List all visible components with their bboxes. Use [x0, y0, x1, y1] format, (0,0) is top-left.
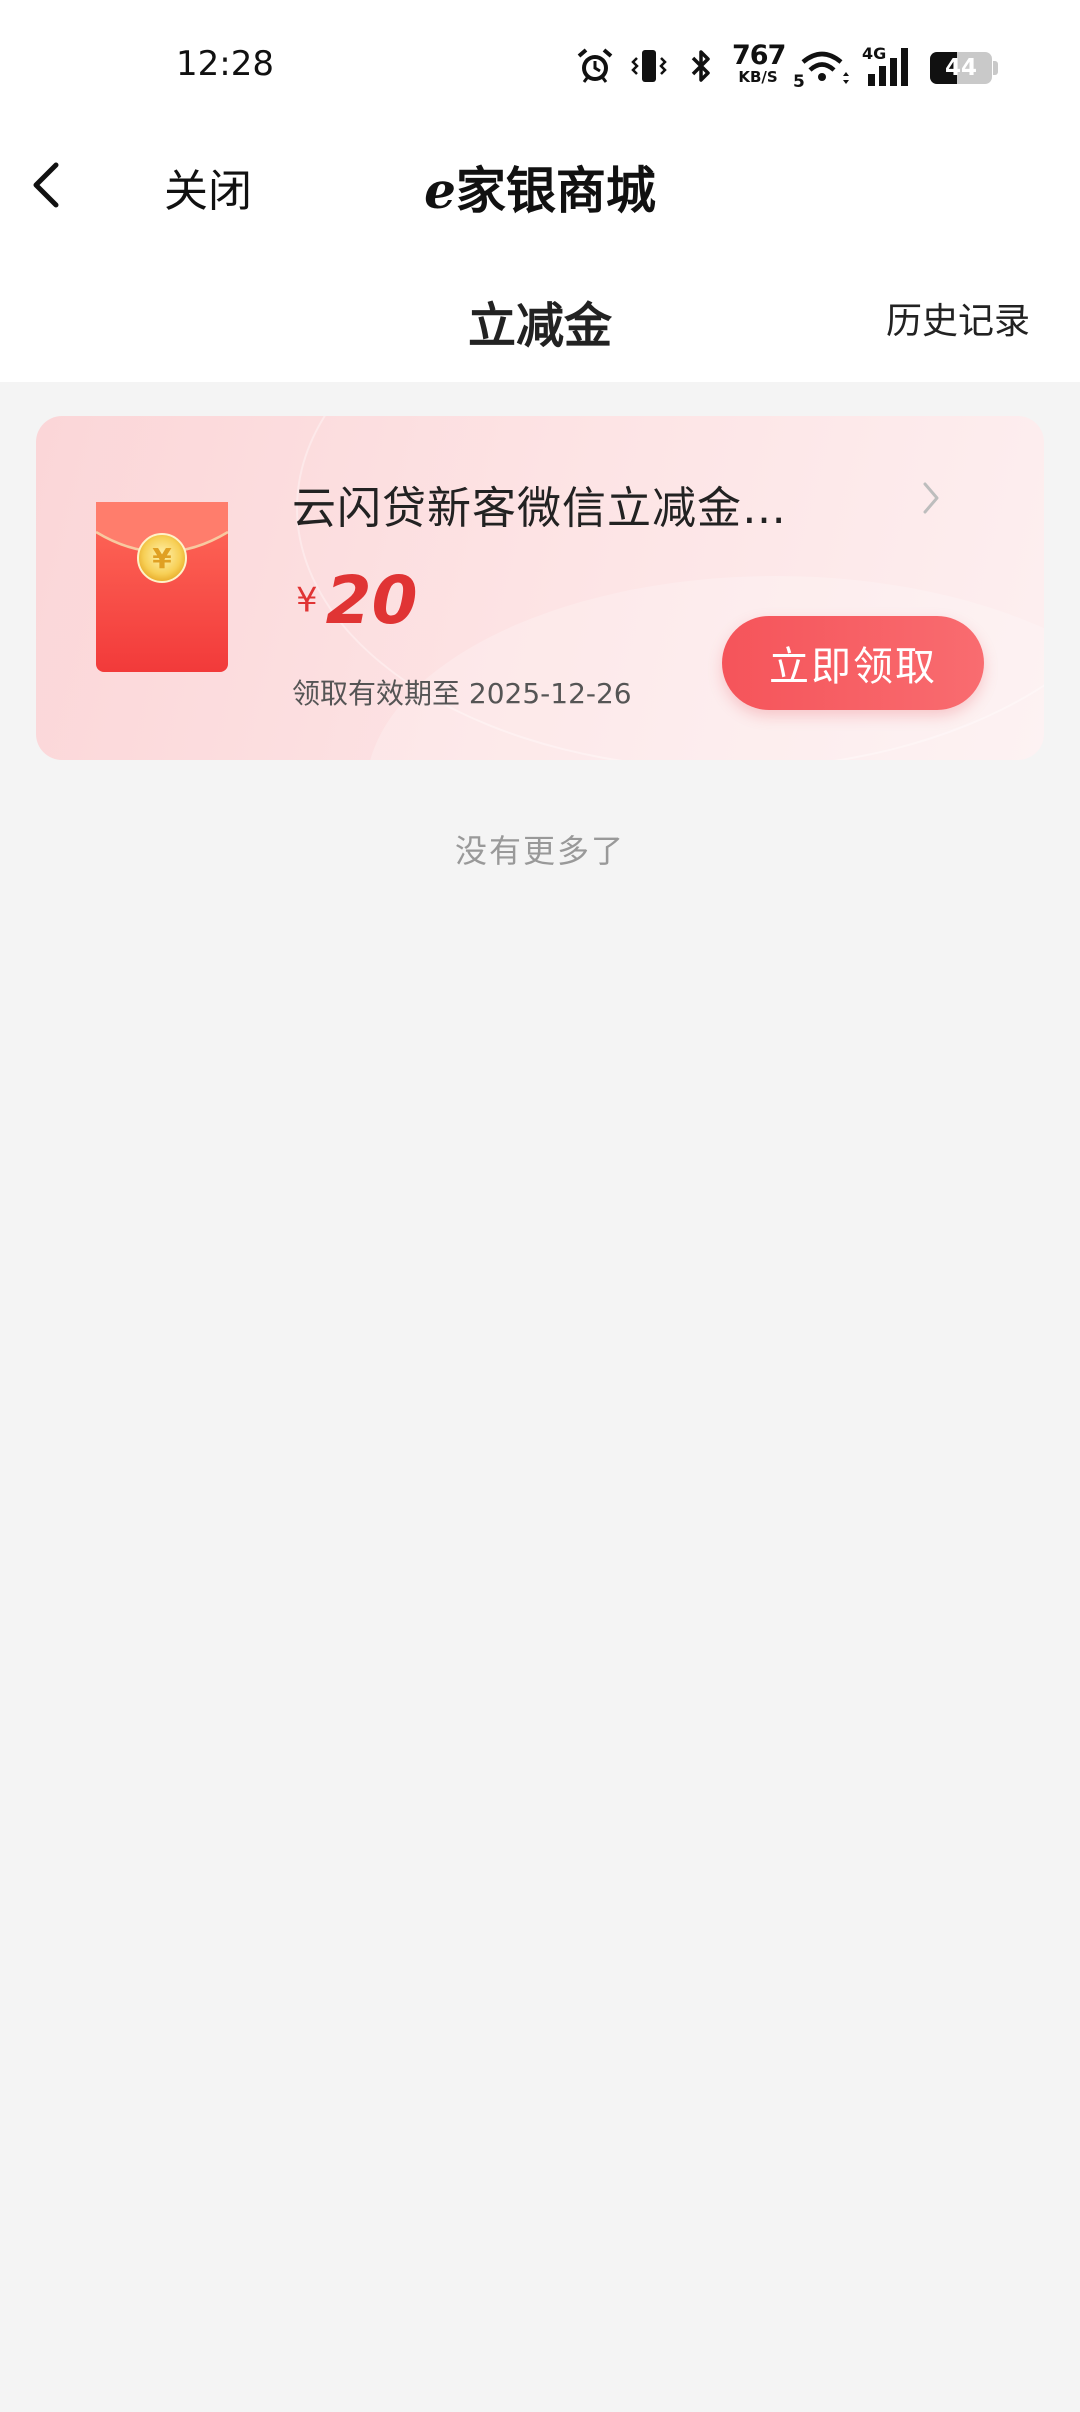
list-end-message: 没有更多了	[454, 832, 625, 870]
wifi-sub-label: 5	[793, 72, 805, 88]
currency-symbol: ¥	[296, 580, 318, 621]
claim-button[interactable]: 立即领取	[722, 616, 984, 710]
amount-value: 20	[325, 562, 418, 639]
net-speed: 767 KB/S	[732, 40, 786, 86]
coupon-validity: 领取有效期至 2025-12-26	[292, 677, 632, 710]
app-title-text: 家银商城	[455, 162, 656, 220]
net-speed-unit: KB/S	[738, 68, 778, 86]
history-button[interactable]: 历史记录	[886, 292, 1030, 344]
app-title-prefix: e	[424, 161, 456, 220]
coupon-amount: ¥20	[296, 562, 418, 639]
bluetooth-icon	[684, 44, 718, 88]
chevron-right-icon[interactable]	[916, 476, 946, 520]
status-bar: 12:28 767 KB/S 5 4G 44	[0, 0, 1080, 140]
signal-label: 4G	[862, 44, 886, 63]
coupon-card[interactable]: ¥ 云闪贷新客微信立减金… ¥20 领取有效期至 2025-12-26 立即领取	[36, 416, 1044, 760]
wifi-icon: 5	[792, 44, 852, 88]
battery-level: 44	[944, 55, 977, 81]
battery-tip	[993, 61, 998, 75]
coupon-title: 云闪贷新客微信立减金…	[292, 483, 787, 534]
status-time: 12:28	[176, 44, 274, 84]
signal-icon: 4G	[862, 44, 918, 88]
app-title: e家银商城	[0, 151, 1080, 223]
alarm-icon	[574, 44, 616, 88]
vibrate-icon	[628, 44, 670, 88]
envelope-symbol: ¥	[152, 542, 172, 575]
battery-icon: 44	[930, 52, 992, 84]
net-speed-value: 767	[732, 40, 786, 71]
red-envelope-icon: ¥	[95, 502, 229, 672]
